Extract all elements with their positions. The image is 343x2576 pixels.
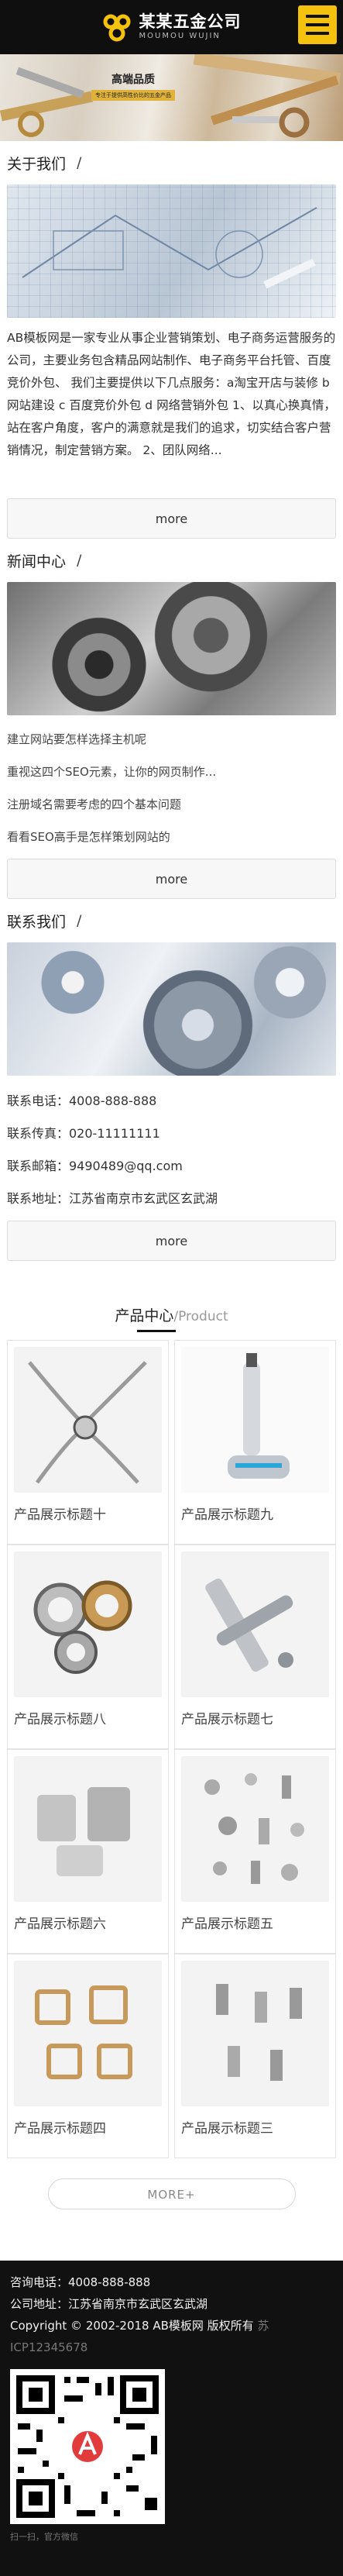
contact-address: 联系地址：江苏省南京市玄武区玄武湖 [7,1191,218,1206]
product-title: 产品展示标题六 [14,1917,106,1932]
site-header: 某某五金公司 MOUMOU WUJIN [0,0,343,54]
about-text: AB模板网是一家专业从事企业营销策划、电子商务运营服务的公司，主要业务包含精品网… [7,331,336,457]
news-image[interactable] [7,582,336,715]
title-underline [136,1330,176,1332]
menu-icon-bar [306,32,329,35]
contact-more-button[interactable]: more [7,1221,336,1261]
product-title: 产品展示标题四 [14,2121,106,2137]
products-more-button[interactable]: MORE+ [47,2178,296,2209]
about-title-text: 关于我们 [7,155,67,173]
menu-icon-bar [306,23,329,26]
product-image [14,1756,162,1902]
about-more-button[interactable]: more [7,498,336,539]
product-image [14,1551,162,1697]
contact-phone: 联系电话：4008-888-888 [7,1093,157,1108]
products-title-cn: 产品中心 [115,1307,174,1324]
product-card[interactable]: 产品展示标题五 [174,1749,336,1954]
product-title: 产品展示标题八 [14,1712,106,1727]
footer-copyright-text: Copyright © 2002-2018 AB模板网 版权所有 [10,2319,254,2333]
product-card[interactable]: 产品展示标题六 [7,1749,169,1954]
news-item[interactable]: 注册域名需要考虑的四个基本问题 [7,788,336,821]
product-title: 产品展示标题十 [14,1507,106,1523]
product-card[interactable]: 产品展示标题九 [174,1340,336,1545]
footer-icp[interactable]: ICP12345678 [10,2337,333,2358]
product-image [14,1347,162,1493]
title-slash: / [77,912,82,929]
product-card[interactable]: 产品展示标题十 [7,1340,169,1545]
products-title-en: /Product [173,1309,228,1324]
product-card[interactable]: 产品展示标题四 [7,1954,169,2158]
product-image [181,1756,329,1902]
company-subtitle: MOUMOU WUJIN [139,32,221,40]
footer-copyright: Copyright © 2002-2018 AB模板网 版权所有 苏 [10,2315,333,2337]
contact-fax: 联系传真：020-11111111 [7,1126,160,1141]
news-list: 建立网站要怎样选择主机呢 重视这四个SEO元素，让你的网页制作... 注册域名需… [7,715,336,853]
products-heading: 产品中心/Product [7,1278,336,1340]
about-image[interactable] [7,184,336,318]
about-section: 关于我们 / AB模板网是一家专业从事企业营销策划、电子商务运营服务的公司，主要… [0,141,343,539]
product-image [14,1961,162,2106]
product-image [181,1347,329,1493]
product-title: 产品展示标题五 [181,1917,273,1932]
footer-address: 公司地址：江苏省南京市玄武区玄武湖 [10,2297,208,2311]
title-slash: / [77,552,82,569]
banner-caption-subtitle: 专注于提供高性价比的五金产品 [91,90,175,101]
product-title: 产品展示标题三 [181,2121,273,2137]
qr-code-icon [10,2369,165,2524]
menu-button[interactable] [298,5,337,44]
logo[interactable]: 某某五金公司 MOUMOU WUJIN [102,12,242,42]
news-item[interactable]: 看看SEO高手是怎样策划网站的 [7,821,336,853]
page: 某某五金公司 MOUMOU WUJIN 高端品质 专注于提供高性价比的五金产品 [0,0,343,2576]
product-card[interactable]: 产品展示标题八 [7,1545,169,1749]
news-item[interactable]: 重视这四个SEO元素，让你的网页制作... [7,756,336,788]
footer-icp-prefix: 苏 [257,2319,269,2333]
section-title-contact: 联系我们 / [7,899,336,942]
contact-list: 联系电话：4008-888-888 联系传真：020-11111111 联系邮箱… [7,1076,336,1215]
section-title-news: 新闻中心 / [7,539,336,582]
product-title: 产品展示标题九 [181,1507,273,1523]
banner-caption: 高端品质 专注于提供高性价比的五金产品 [91,71,175,101]
news-more-button[interactable]: more [7,859,336,899]
section-title-about: 关于我们 / [7,141,336,184]
contact-image[interactable] [7,942,336,1076]
product-title: 产品展示标题七 [181,1712,273,1727]
product-card[interactable]: 产品展示标题三 [174,1954,336,2158]
site-footer: 咨询电话：4008-888-888 公司地址：江苏省南京市玄武区玄武湖 Copy… [0,2261,343,2576]
product-card[interactable]: 产品展示标题七 [174,1545,336,1749]
products-section: 产品中心/Product 产品展示标题十 产品展示标题九 产品展示标题八 产品展… [0,1278,343,2209]
banner-caption-title: 高端品质 [111,74,155,86]
product-image [181,1551,329,1697]
title-slash: / [77,154,82,171]
contact-title-text: 联系我们 [7,913,67,931]
news-item[interactable]: 建立网站要怎样选择主机呢 [7,723,336,756]
footer-icp-number: ICP12345678 [10,2340,88,2354]
contact-section: 联系我们 / 联系电话：4008-888-888 联系传真：020-111111… [0,899,343,1261]
footer-phone: 咨询电话：4008-888-888 [10,2275,151,2289]
news-title-text: 新闻中心 [7,553,67,570]
product-image [181,1961,329,2106]
logo-icon [102,12,132,42]
company-name: 某某五金公司 [139,12,242,31]
hero-banner[interactable]: 高端品质 专注于提供高性价比的五金产品 [0,54,343,141]
qr-caption: 扫一扫，官方微信 [10,2532,78,2542]
news-section: 新闻中心 / 建立网站要怎样选择主机呢 重视这四个SEO元素，让你的网页制作..… [0,539,343,899]
contact-email: 联系邮箱：9490489@qq.com [7,1159,183,1173]
menu-icon [306,15,329,18]
product-grid: 产品展示标题十 产品展示标题九 产品展示标题八 产品展示标题七 产品展示标题六 … [7,1340,336,2158]
